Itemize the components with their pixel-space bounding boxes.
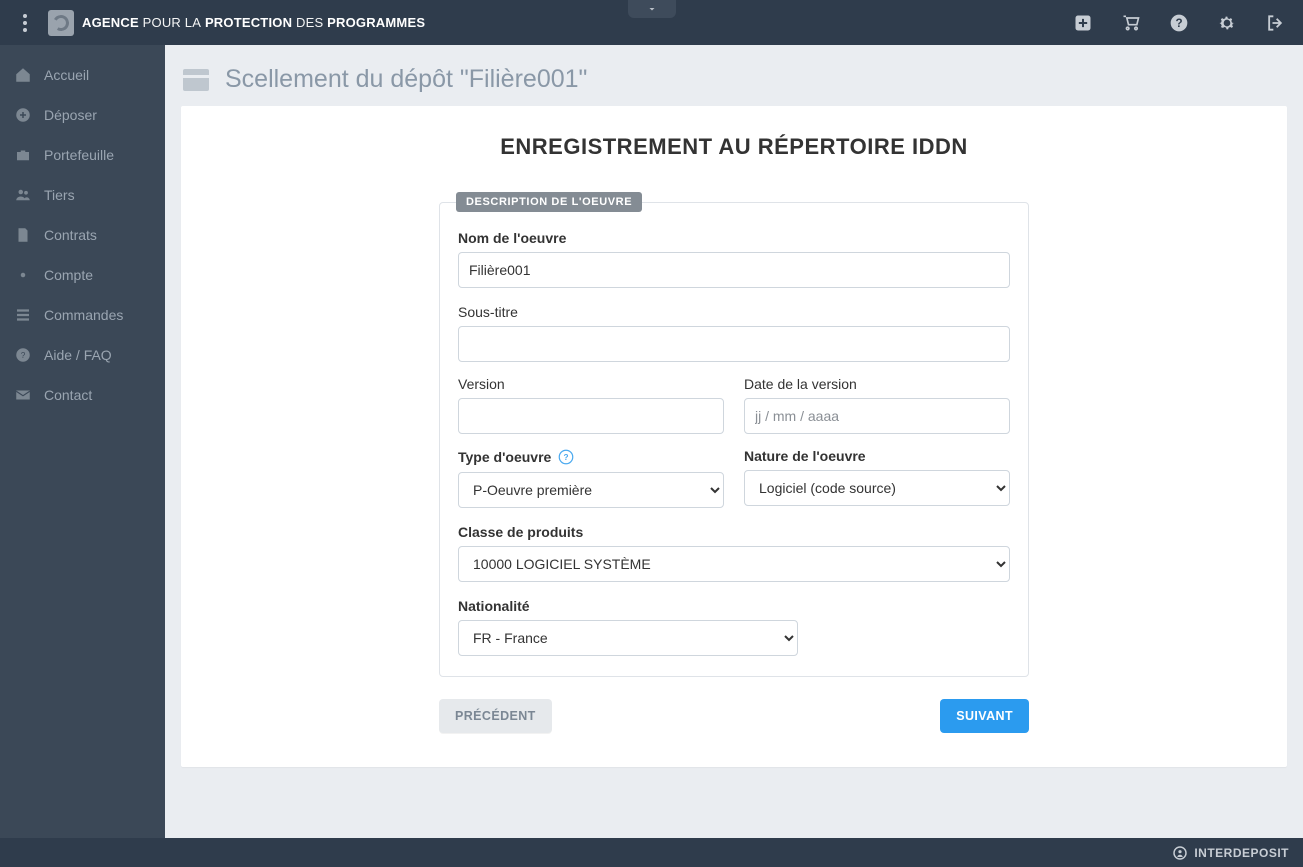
sidebar-item-deposer[interactable]: Déposer — [0, 95, 165, 135]
prev-button[interactable]: PRÉCÉDENT — [439, 699, 552, 733]
name-label: Nom de l'oeuvre — [458, 230, 1010, 246]
sidebar-item-portefeuille[interactable]: Portefeuille — [0, 135, 165, 175]
page-title: Scellement du dépôt "Filière001" — [225, 65, 587, 94]
subtitle-input[interactable] — [458, 326, 1010, 362]
subtitle-label: Sous-titre — [458, 304, 1010, 320]
field-type: Type d'oeuvre ? P-Oeuvre première — [458, 448, 724, 508]
document-icon — [14, 226, 32, 244]
field-nationality: Nationalité FR - France — [458, 598, 798, 656]
type-help-icon[interactable]: ? — [557, 448, 575, 466]
field-class: Classe de produits 10000 LOGICIEL SYSTÈM… — [458, 524, 1010, 582]
class-label: Classe de produits — [458, 524, 1010, 540]
type-label-text: Type d'oeuvre — [458, 449, 551, 465]
chevron-down-icon — [646, 3, 658, 15]
sidebar-item-label: Aide / FAQ — [44, 347, 112, 363]
sidebar-item-accueil[interactable]: Accueil — [0, 55, 165, 95]
help-icon: ? — [14, 346, 32, 364]
sidebar: Accueil Déposer Portefeuille Tiers Contr… — [0, 45, 165, 838]
page-title-row: Scellement du dépôt "Filière001" — [165, 45, 1303, 106]
cart-icon[interactable] — [1121, 13, 1141, 33]
nationality-label: Nationalité — [458, 598, 798, 614]
add-icon[interactable] — [1073, 13, 1093, 33]
panel: ENREGISTREMENT AU RÉPERTOIRE IDDN DESCRI… — [181, 106, 1287, 767]
version-input[interactable] — [458, 398, 724, 434]
gear-icon[interactable] — [1217, 13, 1237, 33]
brand-logo-icon — [48, 10, 74, 36]
field-date: Date de la version — [744, 376, 1010, 434]
next-button[interactable]: SUIVANT — [940, 699, 1029, 733]
home-icon — [14, 66, 32, 84]
interdeposit-logo-icon — [1172, 845, 1188, 861]
content: Scellement du dépôt "Filière001" ENREGIS… — [165, 45, 1303, 838]
sidebar-item-commandes[interactable]: Commandes — [0, 295, 165, 335]
topbar-expand-toggle[interactable] — [628, 0, 676, 18]
panel-heading: ENREGISTREMENT AU RÉPERTOIRE IDDN — [349, 134, 1119, 160]
nationality-select[interactable]: FR - France — [458, 620, 798, 656]
footer-brand[interactable]: INTERDEPOSIT — [1172, 845, 1289, 861]
sidebar-item-label: Contact — [44, 387, 92, 403]
shell: Accueil Déposer Portefeuille Tiers Contr… — [0, 45, 1303, 838]
footer-brand-text: INTERDEPOSIT — [1194, 846, 1289, 860]
type-label: Type d'oeuvre ? — [458, 448, 724, 466]
class-select[interactable]: 10000 LOGICIEL SYSTÈME — [458, 546, 1010, 582]
sidebar-item-label: Contrats — [44, 227, 97, 243]
date-input[interactable] — [744, 398, 1010, 434]
version-label: Version — [458, 376, 724, 392]
sidebar-item-contrats[interactable]: Contrats — [0, 215, 165, 255]
mail-icon — [14, 386, 32, 404]
svg-text:?: ? — [1175, 17, 1182, 30]
archive-icon — [183, 69, 209, 91]
users-icon — [14, 186, 32, 204]
logout-icon[interactable] — [1265, 13, 1285, 33]
list-icon — [14, 306, 32, 324]
field-version: Version — [458, 376, 724, 434]
sidebar-item-contact[interactable]: Contact — [0, 375, 165, 415]
type-select[interactable]: P-Oeuvre première — [458, 472, 724, 508]
sidebar-item-label: Portefeuille — [44, 147, 114, 163]
brand: AGENCE POUR LA PROTECTION DES PROGRAMMES — [48, 10, 425, 36]
sidebar-item-compte[interactable]: Compte — [0, 255, 165, 295]
svg-text:?: ? — [21, 351, 26, 360]
name-input[interactable] — [458, 252, 1010, 288]
svg-text:?: ? — [564, 453, 569, 462]
sidebar-item-label: Accueil — [44, 67, 89, 83]
briefcase-icon — [14, 146, 32, 164]
description-fieldset: DESCRIPTION DE L'OEUVRE Nom de l'oeuvre … — [439, 192, 1029, 677]
sidebar-item-tiers[interactable]: Tiers — [0, 175, 165, 215]
field-name: Nom de l'oeuvre — [458, 230, 1010, 288]
sidebar-item-label: Commandes — [44, 307, 123, 323]
sidebar-item-label: Déposer — [44, 107, 97, 123]
form-actions: PRÉCÉDENT SUIVANT — [439, 699, 1029, 733]
sidebar-item-label: Compte — [44, 267, 93, 283]
menu-handle-icon[interactable] — [18, 14, 32, 32]
fieldset-legend: DESCRIPTION DE L'OEUVRE — [456, 192, 642, 212]
nature-label: Nature de l'oeuvre — [744, 448, 1010, 464]
topbar: AGENCE POUR LA PROTECTION DES PROGRAMMES… — [0, 0, 1303, 45]
footer: INTERDEPOSIT — [0, 838, 1303, 867]
plus-circle-icon — [14, 106, 32, 124]
nature-select[interactable]: Logiciel (code source) — [744, 470, 1010, 506]
field-subtitle: Sous-titre — [458, 304, 1010, 362]
brand-text: AGENCE POUR LA PROTECTION DES PROGRAMMES — [82, 15, 425, 30]
panel-inner: ENREGISTREMENT AU RÉPERTOIRE IDDN DESCRI… — [349, 134, 1119, 733]
sidebar-item-aide[interactable]: ? Aide / FAQ — [0, 335, 165, 375]
sidebar-item-label: Tiers — [44, 187, 75, 203]
field-nature: Nature de l'oeuvre Logiciel (code source… — [744, 448, 1010, 508]
help-icon[interactable]: ? — [1169, 13, 1189, 33]
topbar-actions: ? — [1073, 13, 1285, 33]
date-label: Date de la version — [744, 376, 1010, 392]
gear-icon — [14, 266, 32, 284]
